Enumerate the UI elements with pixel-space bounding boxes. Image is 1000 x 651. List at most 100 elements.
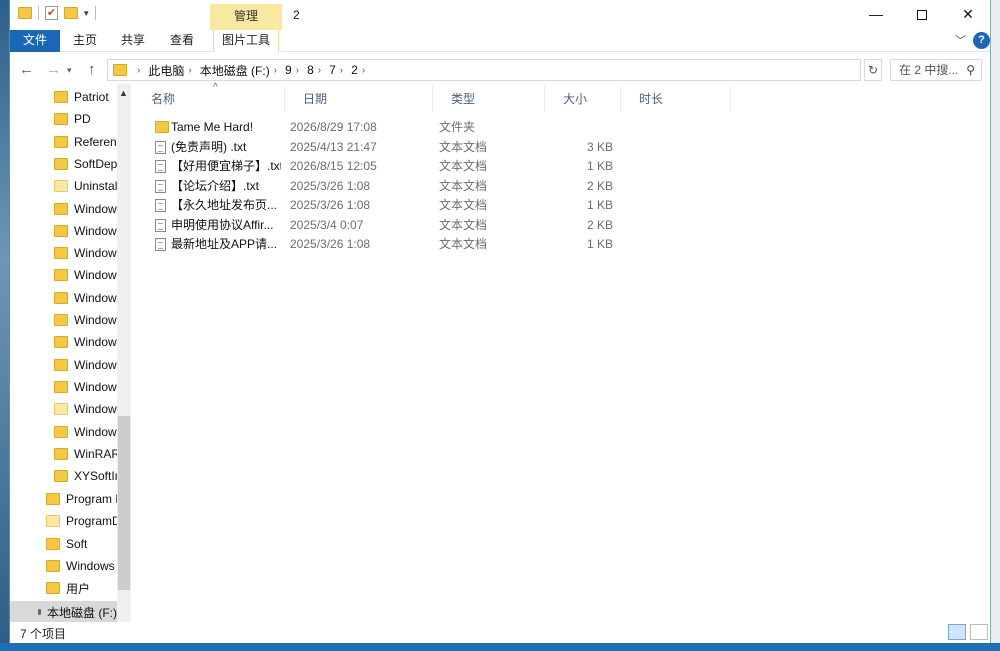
sidebar-item[interactable]: SoftDeploy xyxy=(10,153,117,175)
sidebar-item-label: Program Files (x86) xyxy=(66,492,117,506)
folder-icon xyxy=(54,403,68,416)
scroll-up-icon[interactable]: ▲ xyxy=(119,88,128,98)
text-file-icon xyxy=(155,140,166,154)
expand-ribbon-icon[interactable]: ﹀ xyxy=(955,32,966,48)
details-view-button[interactable] xyxy=(948,624,966,640)
file-size: 1 KB xyxy=(586,159,613,173)
column-type[interactable]: 类型 xyxy=(433,86,545,112)
file-row[interactable]: (免责声明) .txt 2025/4/13 21:47 文本文档 3 KB xyxy=(133,138,990,157)
new-folder-icon[interactable] xyxy=(64,7,78,19)
sidebar-item-label: WindowsApps xyxy=(74,402,117,417)
sidebar-item-label: Windows xyxy=(66,558,115,573)
sidebar-item[interactable]: XYSoftInstall xyxy=(10,465,117,487)
scrollbar-thumb[interactable] xyxy=(118,416,130,590)
manage-context-tab[interactable]: 管理 xyxy=(210,4,282,30)
folder-icon xyxy=(155,121,169,133)
folder-icon xyxy=(54,470,68,483)
file-row[interactable]: 最新地址及APP请... 2025/3/26 1:08 文本文档 1 KB xyxy=(133,235,990,254)
folder-icon xyxy=(54,135,68,148)
search-input[interactable]: 在 2 中搜... ⚲ xyxy=(890,59,982,81)
desktop-background-right xyxy=(991,0,1000,651)
chevron-right-icon[interactable]: › xyxy=(137,65,140,76)
tab-view[interactable]: 查看 xyxy=(165,30,199,52)
folder-icon xyxy=(54,447,68,460)
help-icon[interactable]: ? xyxy=(973,32,990,49)
sidebar-item[interactable]: WindowsApps xyxy=(10,398,117,420)
sidebar-item[interactable]: Uninstall Information xyxy=(10,175,117,197)
chevron-right-icon[interactable]: › xyxy=(188,65,191,76)
folder-icon xyxy=(46,537,60,550)
chevron-right-icon[interactable]: › xyxy=(274,65,277,76)
sidebar-item[interactable]: 用户 xyxy=(10,577,117,599)
sidebar-item-label: Windows Photo Viewer xyxy=(74,313,117,327)
file-list: 名称 ^ 日期 类型 大小 时长 Tame Me Hard! 2026/8/29 … xyxy=(133,82,990,622)
recent-locations-icon[interactable]: ▾ xyxy=(67,65,72,76)
item-count: 7 个项目 xyxy=(20,627,67,641)
breadcrumb-drive[interactable]: 本地磁盘 (F:) xyxy=(200,62,270,79)
up-button[interactable]: ↑ xyxy=(88,61,96,78)
column-date[interactable]: 日期 xyxy=(285,86,433,112)
explorer-window: ✔ ▾ 管理 2 — ✕ 文件 主页 共享 查看 图片工具 ﹀ ? ← → ▾ … xyxy=(9,0,991,643)
sidebar-item-drive-f[interactable]: 本地磁盘 (F:) xyxy=(10,601,117,622)
sidebar-item[interactable]: Windows NT xyxy=(10,287,117,309)
breadcrumb-this-pc[interactable]: 此电脑 xyxy=(148,62,184,79)
tab-share[interactable]: 共享 xyxy=(116,30,150,52)
column-size[interactable]: 大小 xyxy=(545,86,621,112)
sidebar-item[interactable]: Windows Security xyxy=(10,354,117,376)
file-name: 【论坛介绍】.txt xyxy=(171,178,260,193)
sidebar-item-label: Windows Sidebar xyxy=(74,379,117,394)
sidebar-item[interactable]: Windows Portable Devices xyxy=(10,331,117,353)
chevron-right-icon[interactable]: › xyxy=(340,65,343,76)
chevron-right-icon[interactable]: › xyxy=(318,65,321,76)
breadcrumb-current[interactable]: 2 xyxy=(351,63,358,77)
close-button[interactable]: ✕ xyxy=(945,0,991,30)
tab-home[interactable]: 主页 xyxy=(68,30,102,52)
quick-access-toolbar: ✔ ▾ xyxy=(18,6,96,20)
column-length[interactable]: 时长 xyxy=(621,86,731,112)
sidebar-item[interactable]: Windows xyxy=(10,555,117,577)
address-bar[interactable]: › 此电脑 › 本地磁盘 (F:) › 9 › 8 › 7 › 2 › xyxy=(107,59,861,81)
sidebar-item[interactable]: Windows Photo Viewer xyxy=(10,309,117,331)
navigation-scrollbar[interactable]: ▲ xyxy=(117,84,131,622)
file-row[interactable]: Tame Me Hard! 2026/8/29 17:08 文件夹 xyxy=(133,118,990,137)
file-row[interactable]: 【永久地址发布页... 2025/3/26 1:08 文本文档 1 KB xyxy=(133,196,990,215)
sidebar-item[interactable]: Windows Multimedia Platform xyxy=(10,264,117,286)
maximize-button[interactable] xyxy=(899,0,945,30)
file-row[interactable]: 【好用便宜梯子】.txt 2026/8/15 12:05 文本文档 1 KB xyxy=(133,157,990,176)
sidebar-item[interactable]: WinRAR xyxy=(10,443,117,465)
sidebar-item[interactable]: PD xyxy=(10,108,117,130)
refresh-button[interactable]: ↻ xyxy=(864,59,882,81)
sidebar-item[interactable]: Windows Mail xyxy=(10,220,117,242)
breadcrumb-folder[interactable]: 8 xyxy=(307,63,314,77)
sidebar-item[interactable]: Program Files (x86) xyxy=(10,488,117,510)
properties-icon[interactable]: ✔ xyxy=(45,6,58,20)
folder-icon xyxy=(54,113,68,126)
chevron-right-icon[interactable]: › xyxy=(296,65,299,76)
sidebar-item[interactable]: ProgramData xyxy=(10,510,117,532)
minimize-button[interactable]: — xyxy=(853,0,899,30)
tab-picture-tools[interactable]: 图片工具 xyxy=(213,30,279,52)
folder-icon xyxy=(54,269,68,282)
sidebar-item[interactable]: Windows Sidebar xyxy=(10,376,117,398)
sidebar-item[interactable]: Windows Defender xyxy=(10,198,117,220)
tab-file[interactable]: 文件 xyxy=(10,30,60,52)
breadcrumb-folder[interactable]: 9 xyxy=(285,63,292,77)
sidebar-item[interactable]: WindowsPowerShell xyxy=(10,421,117,443)
file-date: 2025/3/26 1:08 xyxy=(290,237,371,251)
file-row[interactable]: 【论坛介绍】.txt 2025/3/26 1:08 文本文档 2 KB xyxy=(133,177,990,196)
large-icons-view-button[interactable] xyxy=(970,624,988,640)
customize-toolbar-icon[interactable]: ▾ xyxy=(84,8,89,19)
back-button[interactable]: ← xyxy=(19,61,34,78)
breadcrumb-folder[interactable]: 7 xyxy=(329,63,336,77)
file-date: 2025/3/26 1:08 xyxy=(290,198,371,212)
sidebar-item[interactable]: Soft xyxy=(10,533,117,555)
sidebar-item[interactable]: Patriot xyxy=(10,86,117,108)
chevron-right-icon[interactable]: › xyxy=(362,65,365,76)
sidebar-item[interactable]: Windows Media Player xyxy=(10,242,117,264)
column-name[interactable]: 名称 xyxy=(133,86,285,112)
sidebar-item-label: XYSoftInstall xyxy=(74,469,117,484)
forward-button[interactable]: → xyxy=(46,61,61,78)
file-row[interactable]: 申明使用协议Affir... 2025/3/4 0:07 文本文档 2 KB xyxy=(133,216,990,235)
sidebar-item[interactable]: Reference Assemblies xyxy=(10,131,117,153)
folder-icon xyxy=(46,559,60,572)
